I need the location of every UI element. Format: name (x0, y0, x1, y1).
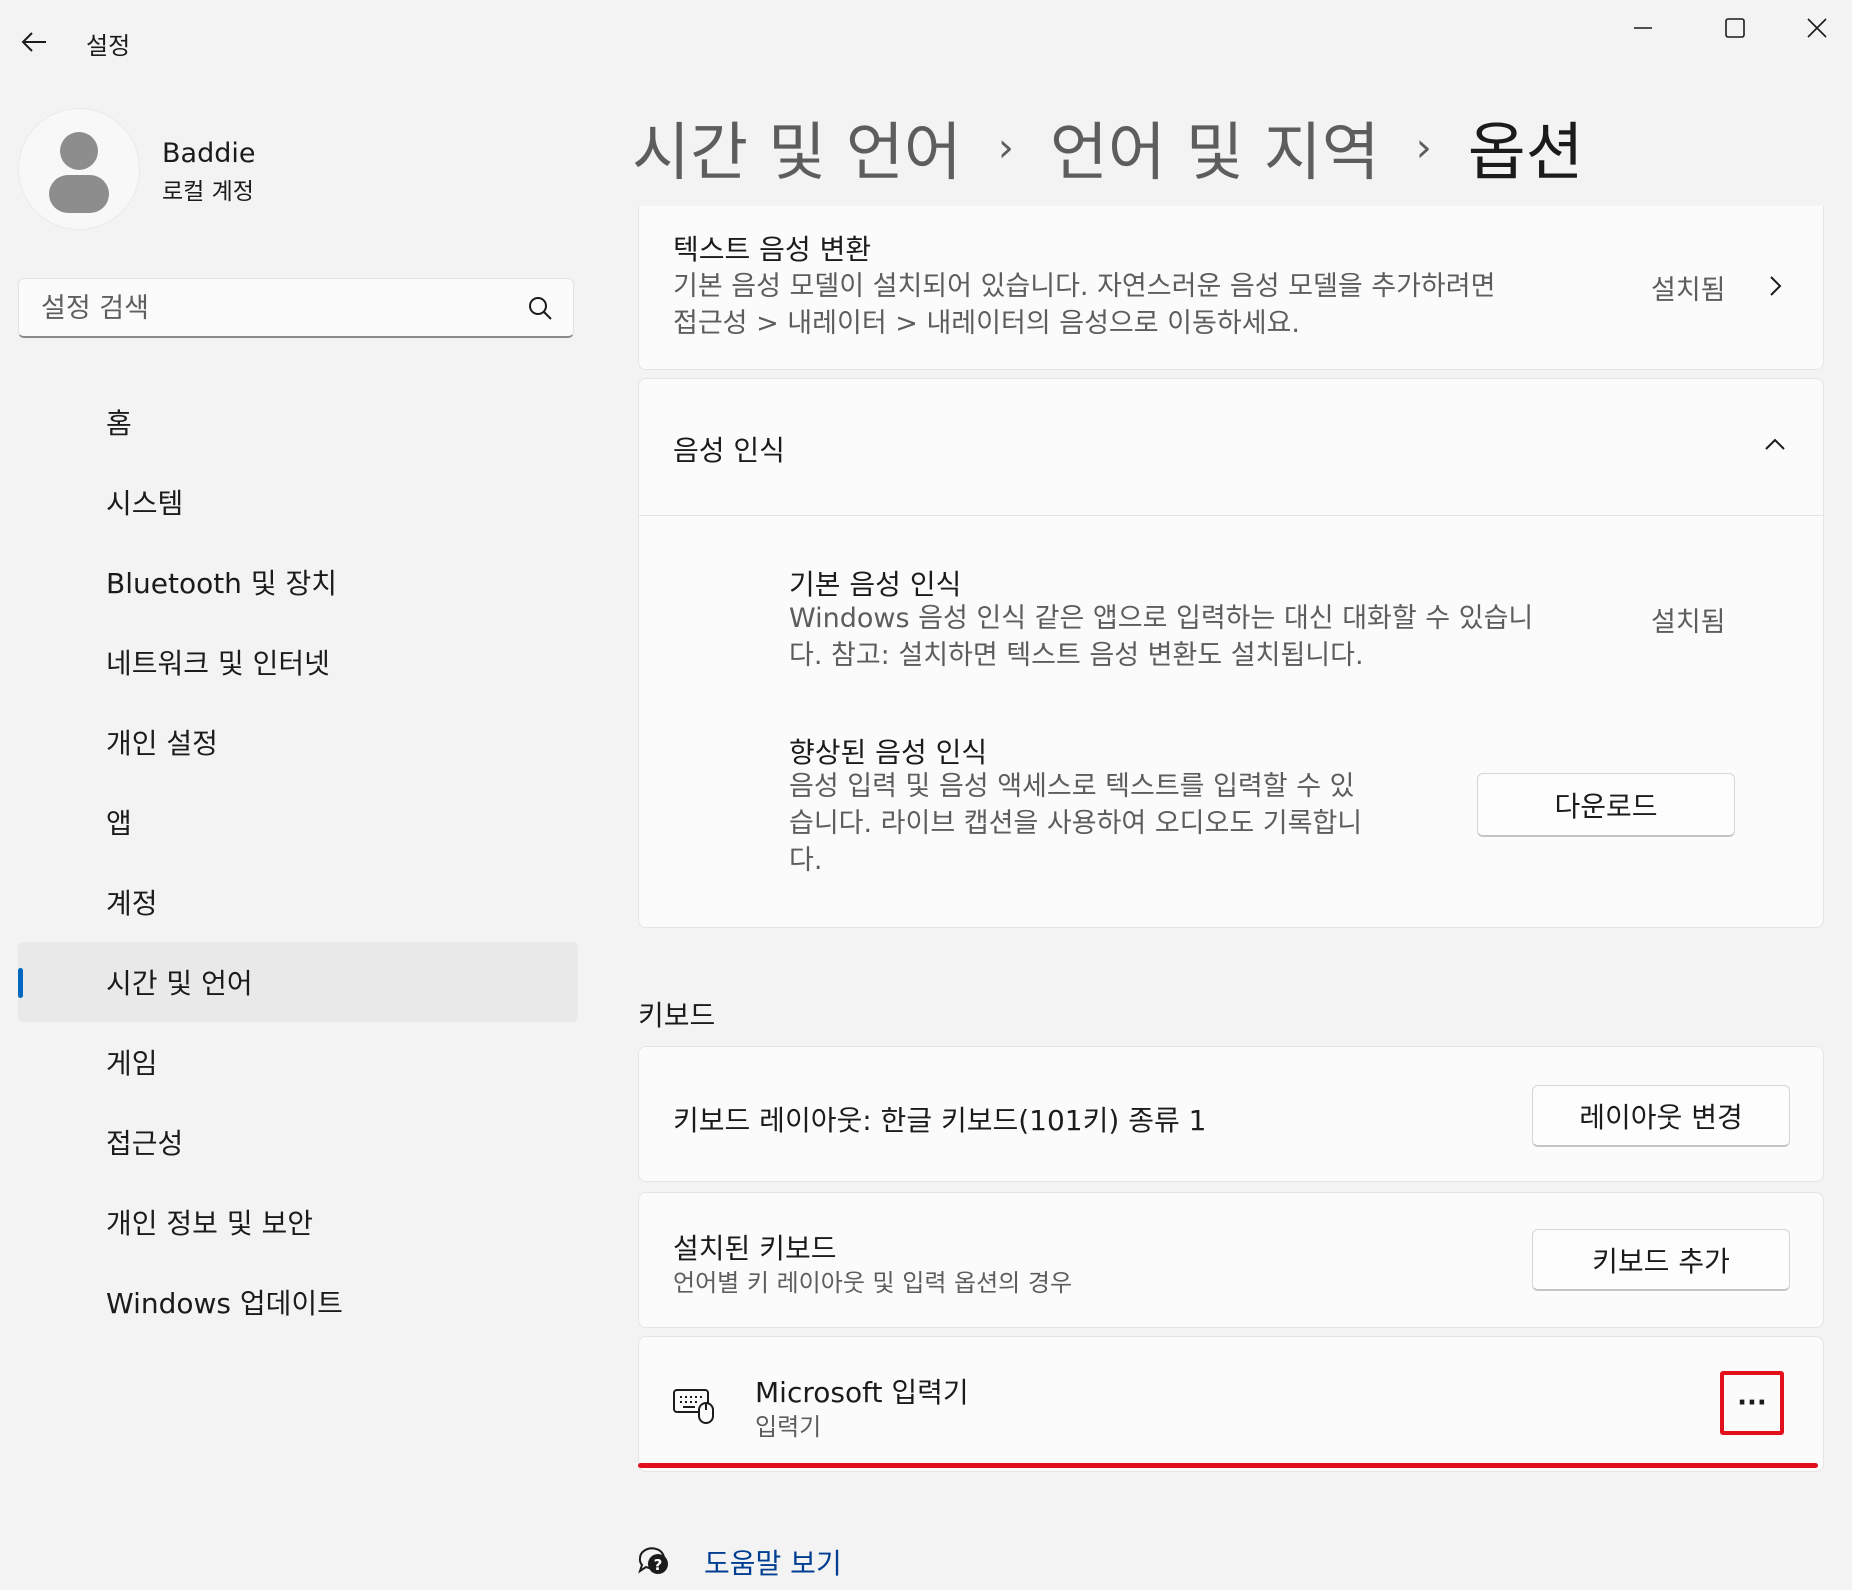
sidebar-item-home[interactable]: 홈 (18, 382, 578, 462)
maximize-button[interactable] (1690, 0, 1780, 56)
sidebar-item-label: Windows 업데이트 (106, 1287, 343, 1320)
sidebar-item-windows-update[interactable]: Windows 업데이트 (18, 1262, 578, 1342)
tts-description-line1: 기본 음성 모델이 설치되어 있습니다. 자연스러운 음성 모델을 추가하려면 (673, 271, 1496, 302)
sidebar-item-accounts[interactable]: 계정 (18, 862, 578, 942)
more-options-button[interactable]: ··· (1728, 1379, 1776, 1427)
download-button[interactable]: 다운로드 (1477, 773, 1735, 837)
enhanced-speech-description-line2: 습니다. 라이브 캡션을 사용하여 오디오도 기록합니 (789, 808, 1363, 839)
sidebar-item-label: 계정 (106, 887, 158, 920)
installed-keyboards-description: 언어별 키 레이아웃 및 입력 옵션의 경우 (673, 1269, 1073, 1297)
sidebar-item-label: 시간 및 언어 (106, 967, 253, 1000)
basic-speech-status: 설치됨 (1651, 607, 1726, 638)
enhanced-speech-description-line3: 다. (789, 845, 823, 876)
breadcrumb-separator: › (997, 124, 1014, 171)
sidebar-item-label: 접근성 (106, 1127, 184, 1160)
svg-text:?: ? (654, 1556, 663, 1574)
title-bar: 설정 (0, 0, 1852, 80)
sidebar-item-label: Bluetooth 및 장치 (106, 567, 338, 600)
highlight-underline (638, 1463, 1818, 1468)
sidebar-item-privacy[interactable]: 개인 정보 및 보안 (18, 1182, 578, 1262)
sidebar-item-label: 앱 (106, 807, 132, 840)
sidebar-item-label: 네트워크 및 인터넷 (106, 647, 330, 680)
maximize-icon (1725, 18, 1745, 38)
sidebar-item-label: 개인 정보 및 보안 (106, 1207, 314, 1240)
keyboard-layout-label: 키보드 레이아웃: 한글 키보드(101키) 종류 1 (673, 1104, 1207, 1137)
microsoft-ime-card: Microsoft 입력기 입력기 ··· (638, 1336, 1824, 1472)
tts-description-line2: 접근성 > 내레이터 > 내레이터의 음성으로 이동하세요. (673, 308, 1300, 339)
minimize-button[interactable] (1598, 0, 1688, 56)
tts-title: 텍스트 음성 변환 (673, 233, 872, 266)
get-help-link[interactable]: 도움말 보기 (704, 1542, 842, 1582)
sidebar-item-gaming[interactable]: 게임 (18, 1022, 578, 1102)
sidebar-item-system[interactable]: 시스템 (18, 462, 578, 542)
keyboard-section-title: 키보드 (638, 999, 716, 1032)
minimize-icon (1634, 27, 1652, 29)
search-icon[interactable] (527, 295, 553, 321)
search-input[interactable] (39, 279, 523, 337)
speech-recognition-expander: 음성 인식 기본 음성 인식 Windows 음성 인식 같은 앱으로 입력하는… (638, 378, 1824, 928)
sidebar-item-network[interactable]: 네트워크 및 인터넷 (18, 622, 578, 702)
keyboard-layout-card: 키보드 레이아웃: 한글 키보드(101키) 종류 1 레이아웃 변경 (638, 1046, 1824, 1182)
app-title: 설정 (86, 32, 131, 60)
ime-name: Microsoft 입력기 (755, 1376, 969, 1409)
close-icon (1807, 18, 1827, 38)
change-layout-button[interactable]: 레이아웃 변경 (1532, 1085, 1790, 1147)
page-title: 옵션 (1467, 116, 1584, 189)
back-arrow-icon (21, 32, 46, 52)
installed-keyboards-title: 설치된 키보드 (673, 1232, 837, 1265)
sidebar-item-time-language[interactable]: 시간 및 언어 (18, 942, 578, 1022)
text-to-speech-card[interactable]: 텍스트 음성 변환 기본 음성 모델이 설치되어 있습니다. 자연스러운 음성 … (638, 206, 1824, 370)
close-button[interactable] (1782, 0, 1852, 56)
user-name: Baddie (162, 138, 256, 169)
breadcrumb-separator: › (1415, 124, 1432, 171)
avatar[interactable] (18, 108, 140, 230)
account-type: 로컬 계정 (162, 179, 254, 205)
basic-speech-title: 기본 음성 인식 (789, 568, 962, 601)
ime-subtitle: 입력기 (755, 1413, 822, 1441)
breadcrumb-language-region[interactable]: 언어 및 지역 (1050, 102, 1380, 193)
sidebar-item-label: 시스템 (106, 487, 184, 520)
sidebar-item-bluetooth[interactable]: Bluetooth 및 장치 (18, 542, 578, 622)
basic-speech-description-line2: 다. 참고: 설치하면 텍스트 음성 변환도 설치됩니다. (789, 640, 1364, 671)
sidebar-nav: 홈 시스템 Bluetooth 및 장치 네트워크 및 인터넷 개인 설정 앱 … (18, 382, 578, 1342)
sidebar-item-apps[interactable]: 앱 (18, 782, 578, 862)
installed-keyboards-card: 설치된 키보드 언어별 키 레이아웃 및 입력 옵션의 경우 키보드 추가 (638, 1192, 1824, 1328)
enhanced-speech-description-line1: 음성 입력 및 음성 액세스로 텍스트를 입력할 수 있 (789, 771, 1355, 802)
speech-recognition-header[interactable]: 음성 인식 (639, 379, 1823, 516)
chevron-up-icon (1765, 438, 1785, 450)
back-button[interactable] (14, 22, 54, 62)
help-icon: ? (638, 1547, 668, 1574)
keyboard-icon (673, 1389, 714, 1424)
sidebar-item-accessibility[interactable]: 접근성 (18, 1102, 578, 1182)
basic-speech-description-line1: Windows 음성 인식 같은 앱으로 입력하는 대신 대화할 수 있습니 (789, 603, 1534, 634)
user-avatar-icon (49, 132, 109, 213)
add-keyboard-button[interactable]: 키보드 추가 (1532, 1229, 1790, 1291)
sidebar-item-label: 홈 (106, 407, 132, 440)
breadcrumb: 시간 및 언어 › 언어 및 지역 › 옵션 (632, 102, 1584, 193)
breadcrumb-time-language[interactable]: 시간 및 언어 (632, 102, 962, 193)
tts-status: 설치됨 (1651, 275, 1726, 306)
sidebar-item-label: 게임 (106, 1047, 158, 1080)
settings-search-box (18, 278, 574, 338)
chevron-right-icon (1770, 276, 1782, 296)
speech-recognition-title: 음성 인식 (673, 434, 785, 467)
sidebar-item-label: 개인 설정 (106, 727, 218, 760)
enhanced-speech-title: 향상된 음성 인식 (789, 736, 988, 769)
sidebar-item-personalization[interactable]: 개인 설정 (18, 702, 578, 782)
